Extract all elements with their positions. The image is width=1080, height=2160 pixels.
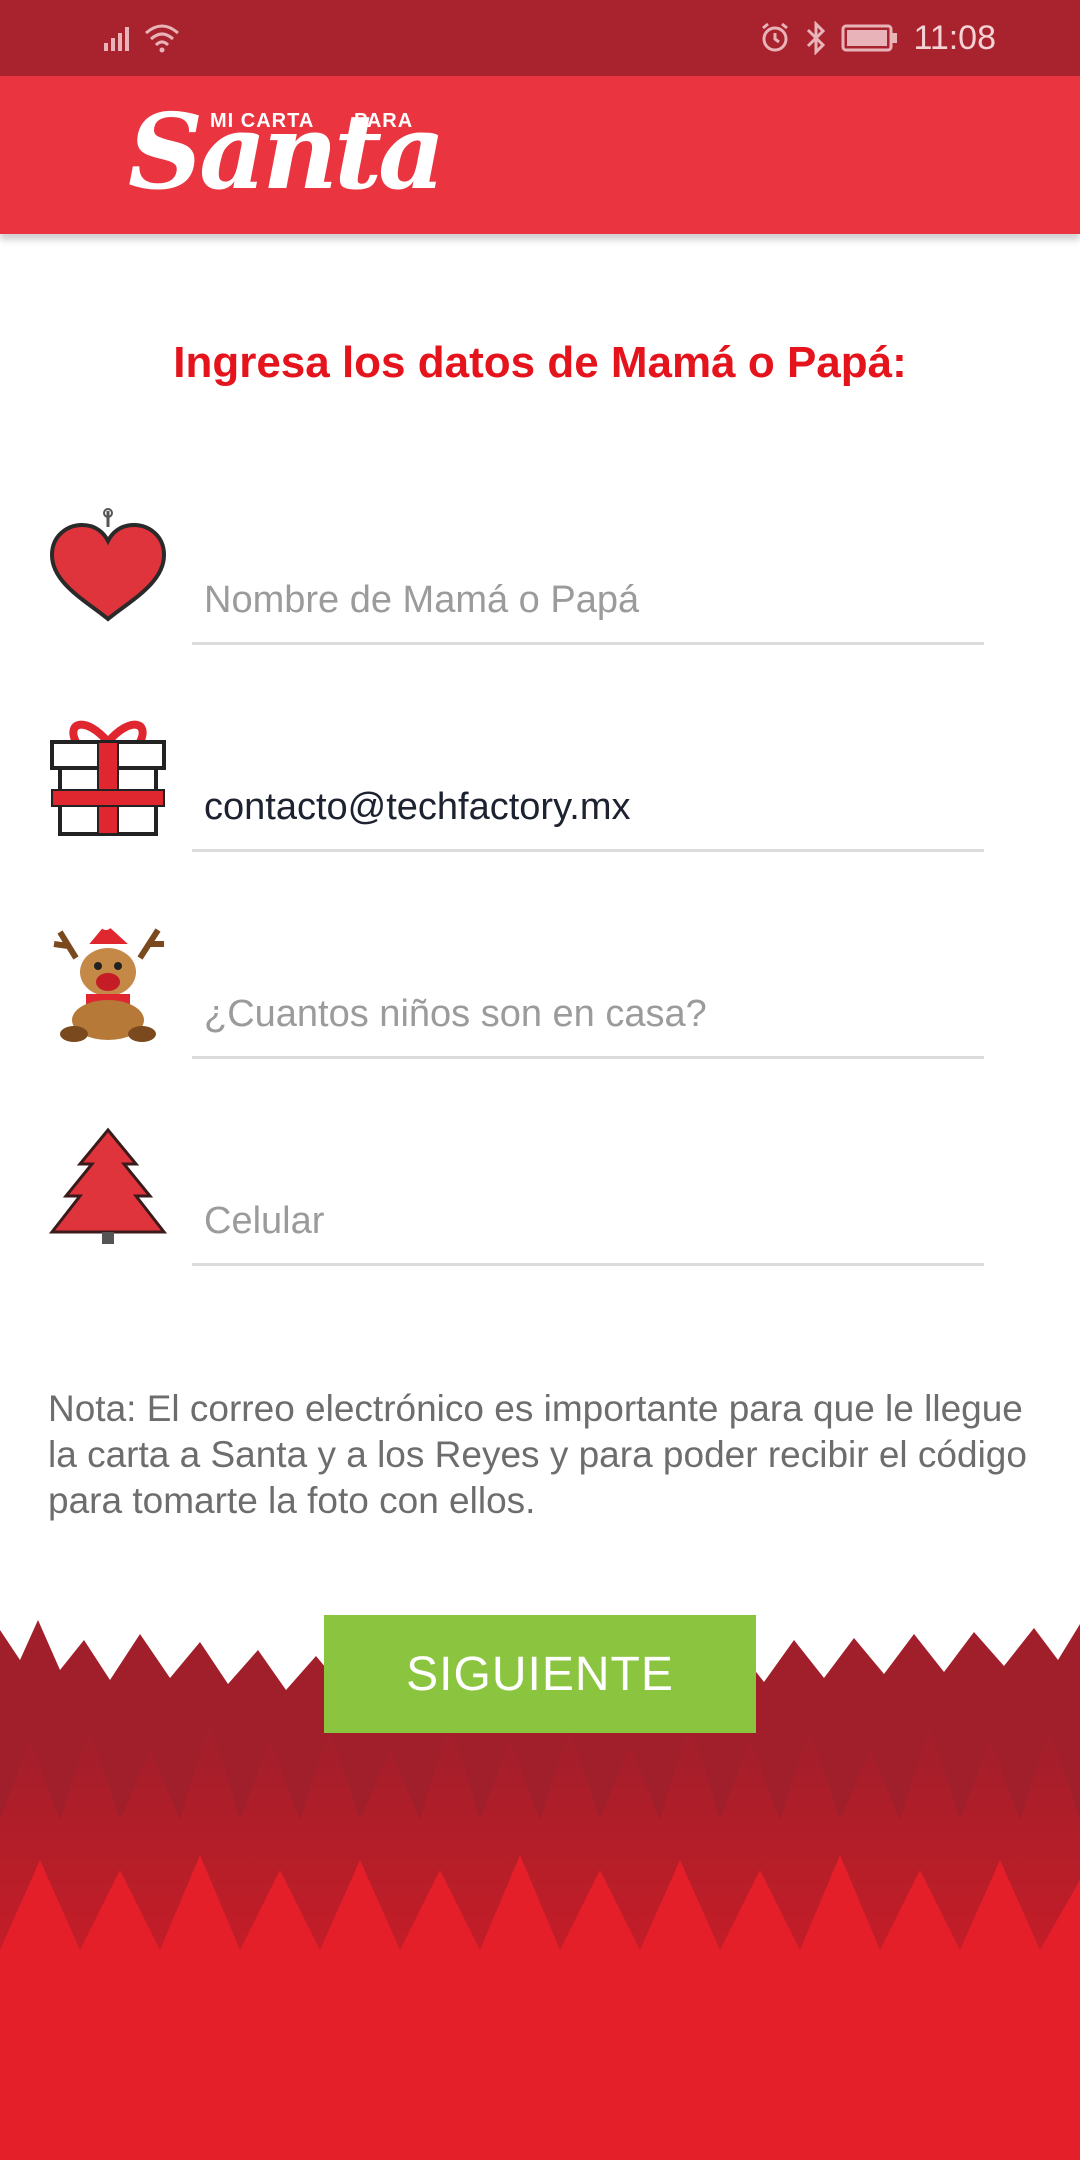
battery-icon: [841, 24, 898, 52]
alarm-icon: [762, 22, 789, 52]
reindeer-icon: [53, 918, 164, 1042]
email-field[interactable]: [192, 749, 984, 852]
status-bar: 11:08: [0, 0, 1080, 76]
children-count-field[interactable]: [192, 956, 984, 1059]
signal-icon: [104, 27, 129, 51]
gift-icon: [50, 720, 166, 836]
email-input[interactable]: [204, 786, 964, 829]
logo-santa: Santa: [128, 90, 446, 213]
phone-field[interactable]: [192, 1163, 984, 1266]
parent-name-field[interactable]: [192, 542, 984, 645]
status-time: 11:08: [913, 18, 996, 57]
phone-input[interactable]: [204, 1200, 964, 1243]
wifi-icon: [145, 24, 179, 53]
app-logo: MI CARTA PARA Santa: [128, 90, 446, 220]
heart-icon: [49, 508, 167, 622]
next-button[interactable]: SIGUIENTE: [324, 1615, 756, 1733]
christmas-tree-icon: [48, 1127, 168, 1244]
parent-name-input[interactable]: [204, 579, 964, 622]
bluetooth-icon: [807, 21, 826, 55]
email-note: Nota: El correo electrónico es important…: [48, 1388, 1027, 1521]
form-title: Ingresa los datos de Mamá o Papá:: [173, 338, 907, 387]
children-count-input[interactable]: [204, 993, 964, 1036]
